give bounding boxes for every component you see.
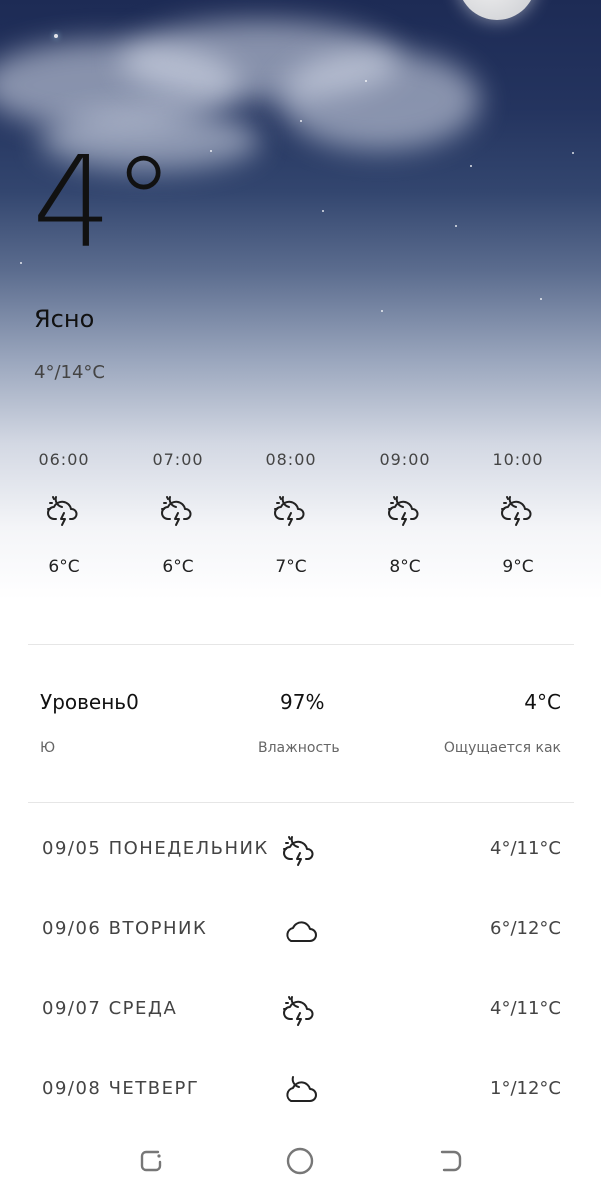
hour-time: 09:00: [379, 450, 431, 469]
thunderstorm-night-icon: [280, 992, 320, 1032]
home-icon: [286, 1147, 314, 1175]
star: [365, 80, 367, 82]
current-temperature: 4°: [32, 129, 176, 276]
feels-like-label: Ощущается как: [443, 740, 561, 756]
hour-temperature: 7°C: [275, 557, 307, 577]
star: [455, 225, 457, 227]
star: [210, 150, 212, 152]
hour-item: 10:00 9°C: [478, 450, 558, 577]
home-button[interactable]: [285, 1146, 315, 1176]
star: [572, 152, 574, 154]
hour-time: 08:00: [265, 450, 317, 469]
thunderstorm-night-icon: [365, 493, 445, 533]
hour-temperature: 6°C: [162, 557, 194, 577]
hour-time: 06:00: [38, 450, 90, 469]
humidity-value: 97%: [280, 690, 325, 714]
current-condition: Ясно: [34, 305, 95, 333]
wind-direction-label: Ю: [40, 740, 56, 756]
day-date: 09/05 ПОНЕДЕЛЬНИК: [42, 838, 269, 859]
thunderstorm-night-icon: [478, 493, 558, 533]
star: [300, 120, 302, 122]
hour-item: 07:00 6°C: [138, 450, 218, 577]
thunderstorm-night-icon: [24, 493, 104, 533]
day-range: 1°/12°C: [490, 1078, 561, 1099]
star: [54, 34, 58, 38]
daily-forecast-row[interactable]: 09/05 ПОНЕДЕЛЬНИК 4°/11°C: [0, 826, 601, 876]
humidity-label: Влажность: [258, 740, 340, 756]
star: [322, 210, 324, 212]
hour-temperature: 6°C: [48, 557, 80, 577]
recent-apps-icon: [140, 1150, 162, 1172]
hour-item: 09:00 8°C: [365, 450, 445, 577]
cloud-decoration: [280, 50, 480, 150]
star: [540, 298, 542, 300]
hour-time: 07:00: [152, 450, 204, 469]
feels-like-value: 4°C: [524, 690, 561, 714]
thunderstorm-night-icon: [138, 493, 218, 533]
back-icon: [440, 1150, 462, 1172]
hour-temperature: 8°C: [389, 557, 421, 577]
day-range: 6°/12°C: [490, 918, 561, 939]
day-range: 4°/11°C: [490, 838, 561, 859]
day-date: 09/08 ЧЕТВЕРГ: [42, 1078, 200, 1099]
current-range: 4°/14°C: [34, 362, 105, 383]
hour-item: 08:00 7°C: [251, 450, 331, 577]
system-navigation-bar: [0, 1140, 601, 1180]
hour-temperature: 9°C: [502, 557, 534, 577]
star: [20, 262, 22, 264]
partly-cloudy-night-icon: [280, 1072, 320, 1112]
back-button[interactable]: [436, 1146, 466, 1176]
day-range: 4°/11°C: [490, 998, 561, 1019]
daily-forecast-row[interactable]: 09/08 ЧЕТВЕРГ 1°/12°C: [0, 1066, 601, 1116]
recent-apps-button[interactable]: [136, 1146, 166, 1176]
day-date: 09/06 ВТОРНИК: [42, 918, 208, 939]
star: [381, 310, 383, 312]
day-date: 09/07 СРЕДА: [42, 998, 178, 1019]
divider: [28, 802, 574, 803]
divider: [28, 644, 574, 645]
thunderstorm-night-icon: [251, 493, 331, 533]
daily-forecast-row[interactable]: 09/06 ВТОРНИК 6°/12°C: [0, 906, 601, 956]
moon: [458, 0, 536, 20]
hour-time: 10:00: [492, 450, 544, 469]
wind-level-value: Уровень0: [40, 690, 139, 714]
daily-forecast-row[interactable]: 09/07 СРЕДА 4°/11°C: [0, 986, 601, 1036]
thunderstorm-night-icon: [280, 832, 320, 872]
star: [470, 165, 472, 167]
hour-item: 06:00 6°C: [24, 450, 104, 577]
cloud-icon: [280, 912, 320, 952]
